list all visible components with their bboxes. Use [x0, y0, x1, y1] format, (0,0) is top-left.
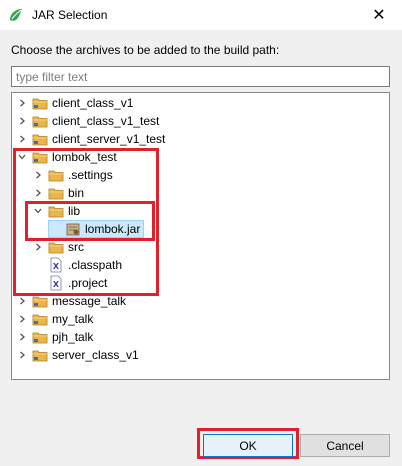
tree-item-settings[interactable]: .settings — [32, 166, 113, 184]
project-folder-icon — [32, 95, 48, 111]
chevron-right-icon[interactable] — [16, 130, 28, 148]
tree-item-pjh-talk[interactable]: pjh_talk — [16, 328, 93, 346]
project-folder-icon — [32, 149, 48, 165]
filter-input[interactable] — [11, 66, 390, 87]
tree-item-lombok-test[interactable]: lombok_test — [16, 148, 117, 166]
tree-item-label: lombok_test — [52, 150, 117, 164]
chevron-down-icon[interactable] — [32, 202, 44, 220]
chevron-right-icon[interactable] — [32, 184, 44, 202]
xml-file-icon: X — [48, 275, 64, 291]
folder-icon — [48, 167, 64, 183]
window-title: JAR Selection — [32, 8, 108, 22]
tree-item-label: src — [68, 240, 84, 254]
tree-item-my-talk[interactable]: my_talk — [16, 310, 93, 328]
folder-icon — [48, 185, 64, 201]
tree-item-label: lib — [68, 204, 81, 218]
tree-item-classpath[interactable]: X .classpath — [32, 256, 122, 274]
chevron-right-icon[interactable] — [16, 94, 28, 112]
chevron-right-icon[interactable] — [16, 328, 28, 346]
chevron-down-icon[interactable] — [16, 148, 28, 166]
project-folder-icon — [32, 311, 48, 327]
instruction-label: Choose the archives to be added to the b… — [11, 43, 280, 57]
tree-item-label: .settings — [68, 168, 113, 182]
tree-item-label: client_server_v1_test — [52, 132, 166, 146]
tree-item-label: my_talk — [52, 312, 94, 326]
tree-item-label: client_class_v1_test — [52, 114, 160, 128]
tree-item-client-class-v1-test[interactable]: client_class_v1_test — [16, 112, 159, 130]
cancel-button[interactable]: Cancel — [300, 434, 390, 457]
tree-item-src[interactable]: src — [32, 238, 84, 256]
tree-item-bin[interactable]: bin — [32, 184, 84, 202]
project-folder-icon — [32, 113, 48, 129]
tree-item-label: .project — [68, 276, 108, 290]
chevron-right-icon[interactable] — [16, 292, 28, 310]
project-folder-icon — [32, 347, 48, 363]
tree-item-message-talk[interactable]: message_talk — [16, 292, 126, 310]
tree-item-project[interactable]: X .project — [32, 274, 107, 292]
tree-item-label: message_talk — [52, 294, 127, 308]
xml-file-icon: X — [48, 257, 64, 273]
tree-item-label: bin — [68, 186, 85, 200]
tree-item-lombok-jar[interactable]: lombok.jar — [48, 220, 145, 238]
tree-item-label: lombok.jar — [85, 222, 141, 236]
chevron-right-icon[interactable] — [32, 238, 44, 256]
svg-text:X: X — [53, 262, 60, 271]
tree-item-label: pjh_talk — [52, 330, 94, 344]
jar-icon — [65, 221, 81, 237]
ok-button[interactable]: OK — [203, 434, 293, 457]
tree-item-label: server_class_v1 — [52, 348, 139, 362]
svg-text:X: X — [53, 280, 60, 289]
tree-item-server-class-v1[interactable]: server_class_v1 — [16, 346, 139, 364]
title-bar: JAR Selection ✕ — [0, 0, 402, 30]
chevron-right-icon[interactable] — [16, 346, 28, 364]
archive-tree[interactable]: client_class_v1 client_class_v1_testclien… — [11, 92, 390, 380]
tree-item-client-class-v1[interactable]: client_class_v1 — [16, 94, 133, 112]
chevron-right-icon[interactable] — [32, 166, 44, 184]
eclipse-icon — [8, 7, 24, 23]
project-folder-icon — [32, 329, 48, 345]
chevron-right-icon[interactable] — [16, 310, 28, 328]
folder-icon — [48, 239, 64, 255]
project-folder-icon — [32, 293, 48, 309]
chevron-right-icon[interactable] — [16, 112, 28, 130]
project-folder-icon — [32, 131, 48, 147]
tree-item-lib[interactable]: lib — [32, 202, 80, 220]
tree-item-client-server-v1-test[interactable]: client_server_v1_test — [16, 130, 165, 148]
tree-item-label: .classpath — [68, 258, 123, 272]
close-button[interactable]: ✕ — [356, 0, 402, 30]
folder-icon — [48, 203, 64, 219]
tree-item-label: client_class_v1 — [52, 96, 134, 110]
